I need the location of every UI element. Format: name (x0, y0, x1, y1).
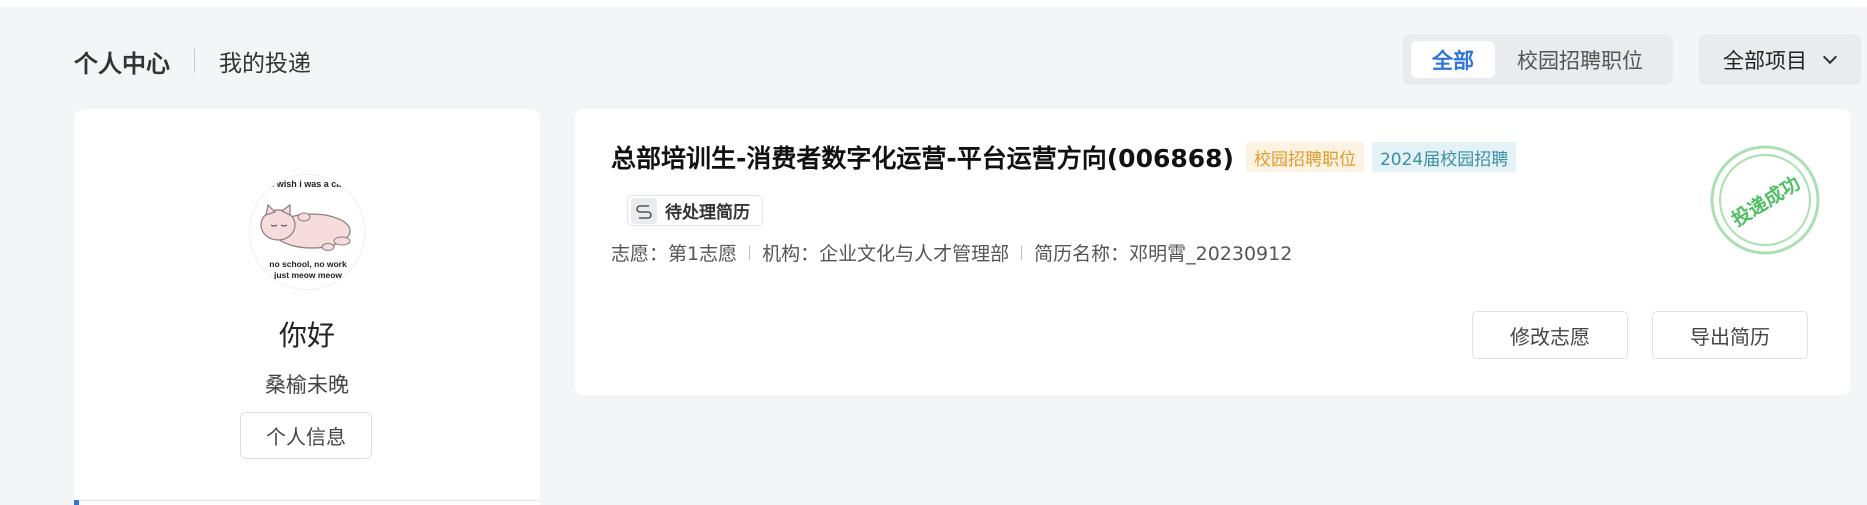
position-title[interactable]: 总部培训生-消费者数字化运营-平台运营方向(006868) (611, 139, 1234, 175)
profile-card: i wish i was a cat no school, no work ju… (74, 109, 540, 505)
swap-icon (631, 197, 657, 224)
application-card: 总部培训生-消费者数字化运营-平台运营方向(006868) 校园招聘职位 202… (575, 109, 1850, 395)
tab-campus-positions[interactable]: 校园招聘职位 (1503, 41, 1657, 78)
meta-preference: 志愿：第1志愿 (611, 243, 738, 265)
avatar-caption-bottom-1: no school, no work (269, 259, 347, 269)
cat-avatar-image: i wish i was a cat no school, no work ju… (250, 175, 364, 289)
meta-organization: 机构：企业文化与人才管理部 (762, 243, 1010, 265)
filter-tabs: 全部 校园招聘职位 (1403, 34, 1673, 85)
greeting: 你好 (278, 319, 335, 352)
project-select[interactable]: 全部项目 (1699, 34, 1861, 85)
tab-all[interactable]: 全部 (1411, 41, 1495, 78)
meta-resume-name: 简历名称：邓明霄_20230912 (1034, 243, 1293, 265)
personal-info-button[interactable]: 个人信息 (240, 412, 372, 459)
tag-campus-recruitment-2024: 2024届校园招聘 (1371, 142, 1517, 172)
project-select-label: 全部项目 (1723, 48, 1807, 73)
top-strip (0, 0, 1867, 7)
avatar-caption-top: i wish i was a cat (272, 179, 345, 189)
modify-preference-button[interactable]: 修改志愿 (1472, 311, 1628, 359)
username: 桑榆未晚 (265, 373, 349, 397)
page: 个人中心 我的投递 全部 校园招聘职位 全部项目 i wish i was a … (0, 0, 1867, 505)
chevron-down-icon (1822, 49, 1838, 64)
avatar[interactable]: i wish i was a cat no school, no work ju… (249, 174, 365, 290)
meta-divider (749, 245, 751, 260)
breadcrumb-divider (194, 49, 195, 73)
delivered-stamp-icon: 投递成功 (1710, 145, 1820, 255)
profile-tab-indicator (74, 500, 79, 505)
status-label: 待处理简历 (665, 203, 750, 223)
profile-divider (74, 500, 540, 501)
application-title-row: 总部培训生-消费者数字化运营-平台运营方向(006868) 校园招聘职位 202… (611, 139, 1517, 175)
status-badge: 待处理简历 (627, 195, 763, 226)
export-resume-button[interactable]: 导出简历 (1652, 311, 1808, 359)
avatar-caption-bottom-2: just meow meow (273, 270, 342, 280)
page-subtitle: 我的投递 (219, 51, 311, 77)
tag-campus-position: 校园招聘职位 (1245, 142, 1364, 172)
application-meta: 志愿：第1志愿 机构：企业文化与人才管理部 简历名称：邓明霄_20230912 (611, 239, 1292, 266)
breadcrumb: 个人中心 我的投递 (74, 42, 311, 80)
meta-divider (1021, 245, 1023, 260)
page-title: 个人中心 (74, 49, 170, 78)
